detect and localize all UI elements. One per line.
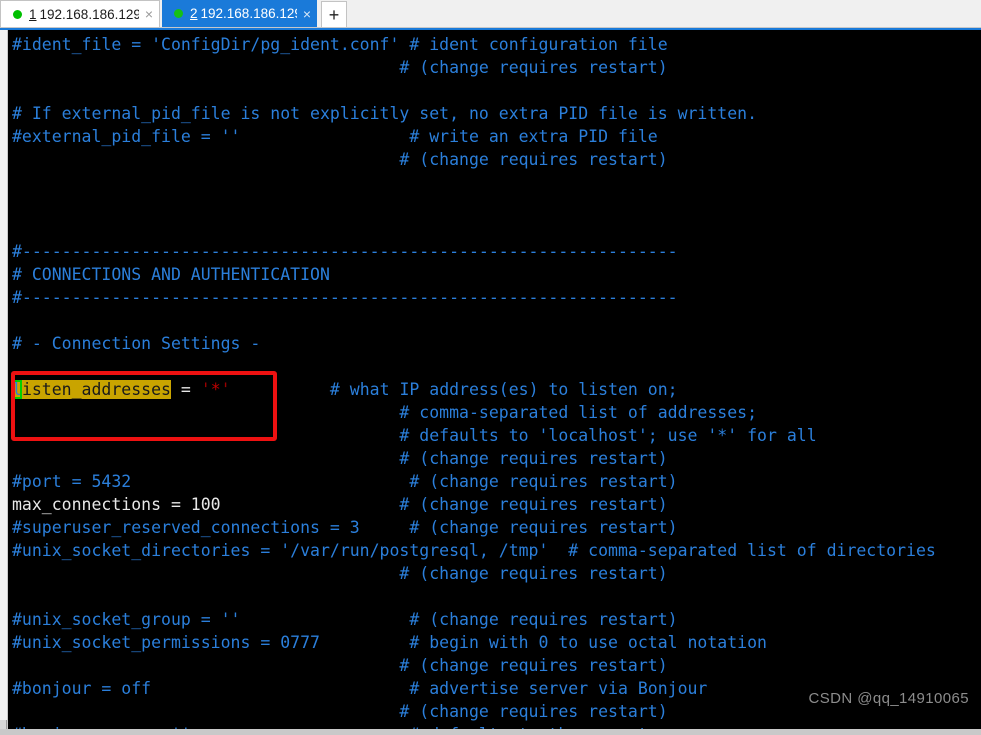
editor-line: # (change requires restart) [12, 654, 936, 677]
editor-line: # If external_pid_file is not explicitly… [12, 102, 936, 125]
comment-text: # what IP address(es) to listen on; [231, 380, 678, 399]
comment-text: #unix_socket_permissions = 0777 # begin … [12, 633, 767, 652]
comment-text: # - Connection Settings - [12, 334, 260, 353]
editor-line: # comma-separated list of addresses; [12, 401, 936, 424]
comment-text: # comma-separated list of addresses; [12, 403, 757, 422]
editor-line: max_connections = 100 # (change requires… [12, 493, 936, 516]
editor-line [12, 355, 936, 378]
comment-text: #---------------------------------------… [12, 242, 678, 261]
comment-text: #external_pid_file = '' # write an extra… [12, 127, 658, 146]
editor-line [12, 171, 936, 194]
editor-line: # (change requires restart) [12, 700, 936, 723]
tab-bar: 1 192.168.186.129 × 2 192.168.186.129 × … [0, 0, 981, 28]
editor-line: #superuser_reserved_connections = 3 # (c… [12, 516, 936, 539]
comment-text: = [171, 380, 201, 399]
tab-index-2: 2 [190, 6, 198, 21]
editor-line: #---------------------------------------… [12, 286, 936, 309]
comment-text: # (change requires restart) [12, 564, 668, 583]
comment-text: # (change requires restart) [12, 656, 668, 675]
editor-line: # defaults to 'localhost'; use '*' for a… [12, 424, 936, 447]
editor-line: #port = 5432 # (change requires restart) [12, 470, 936, 493]
comment-text: # (change requires restart) [221, 495, 668, 514]
editor-line: # (change requires restart) [12, 56, 936, 79]
editor-line: # (change requires restart) [12, 562, 936, 585]
editor-line: #unix_socket_directories = '/var/run/pos… [12, 539, 936, 562]
comment-text: #bonjour = off # advertise server via Bo… [12, 679, 707, 698]
comment-text: # CONNECTIONS AND AUTHENTICATION [12, 265, 330, 284]
editor-line: #unix_socket_permissions = 0777 # begin … [12, 631, 936, 654]
editor-line: # (change requires restart) [12, 148, 936, 171]
comment-text: # (change requires restart) [12, 702, 668, 721]
editor-line: listen_addresses = '*' # what IP address… [12, 378, 936, 401]
comment-text: # (change requires restart) [12, 58, 668, 77]
config-value: ' [221, 380, 231, 399]
search-match-highlight: isten_addresses [22, 380, 171, 399]
comment-text: # If external_pid_file is not explicitly… [12, 104, 757, 123]
scrollbar-thumb[interactable] [0, 30, 7, 720]
editor-line: # CONNECTIONS AND AUTHENTICATION [12, 263, 936, 286]
editor-line [12, 585, 936, 608]
editor-line: # - Connection Settings - [12, 332, 936, 355]
active-config-line: max_connections = 100 [12, 495, 221, 514]
tab-index-1: 1 [29, 7, 37, 22]
terminal-tab-2[interactable]: 2 192.168.186.129 × [162, 0, 317, 27]
comment-text: #port = 5432 # (change requires restart) [12, 472, 678, 491]
comment-text: # (change requires restart) [12, 150, 668, 169]
editor-line: #---------------------------------------… [12, 240, 936, 263]
window-bottom-edge [0, 729, 981, 735]
comment-text: #---------------------------------------… [12, 288, 678, 307]
tab-label-1: 192.168.186.129 [40, 7, 139, 22]
comment-text: #superuser_reserved_connections = 3 # (c… [12, 518, 678, 537]
watermark-text: CSDN @qq_14910065 [809, 690, 969, 707]
editor-line: #ident_file = 'ConfigDir/pg_ident.conf' … [12, 33, 936, 56]
terminal-tab-1[interactable]: 1 192.168.186.129 × [0, 0, 160, 27]
vim-buffer[interactable]: #ident_file = 'ConfigDir/pg_ident.conf' … [12, 33, 936, 729]
terminal-screen[interactable]: #ident_file = 'ConfigDir/pg_ident.conf' … [8, 30, 981, 729]
comment-text: # defaults to 'localhost'; use '*' for a… [12, 426, 817, 445]
tab-label-2: 192.168.186.129 [201, 6, 297, 21]
close-icon[interactable]: × [145, 7, 153, 21]
editor-line [12, 309, 936, 332]
editor-line: # (change requires restart) [12, 447, 936, 470]
comment-text: #unix_socket_group = '' # (change requir… [12, 610, 678, 629]
terminal-window: #ident_file = 'ConfigDir/pg_ident.conf' … [0, 28, 981, 735]
editor-line: #bonjour = off # advertise server via Bo… [12, 677, 936, 700]
comment-text: # (change requires restart) [12, 449, 668, 468]
vertical-scrollbar[interactable] [0, 30, 7, 735]
config-value: * [211, 380, 221, 399]
comment-text: #unix_socket_directories = '/var/run/pos… [12, 541, 936, 560]
connection-status-dot-icon [13, 10, 22, 19]
editor-line [12, 217, 936, 240]
editor-line [12, 79, 936, 102]
editor-line: #external_pid_file = '' # write an extra… [12, 125, 936, 148]
editor-line: #unix_socket_group = '' # (change requir… [12, 608, 936, 631]
text-cursor: l [12, 380, 22, 399]
connection-status-dot-icon [174, 9, 183, 18]
editor-line [12, 194, 936, 217]
close-icon[interactable]: × [303, 7, 311, 21]
new-tab-button[interactable]: + [321, 1, 347, 27]
comment-text: #ident_file = 'ConfigDir/pg_ident.conf' … [12, 35, 668, 54]
config-value: ' [201, 380, 211, 399]
